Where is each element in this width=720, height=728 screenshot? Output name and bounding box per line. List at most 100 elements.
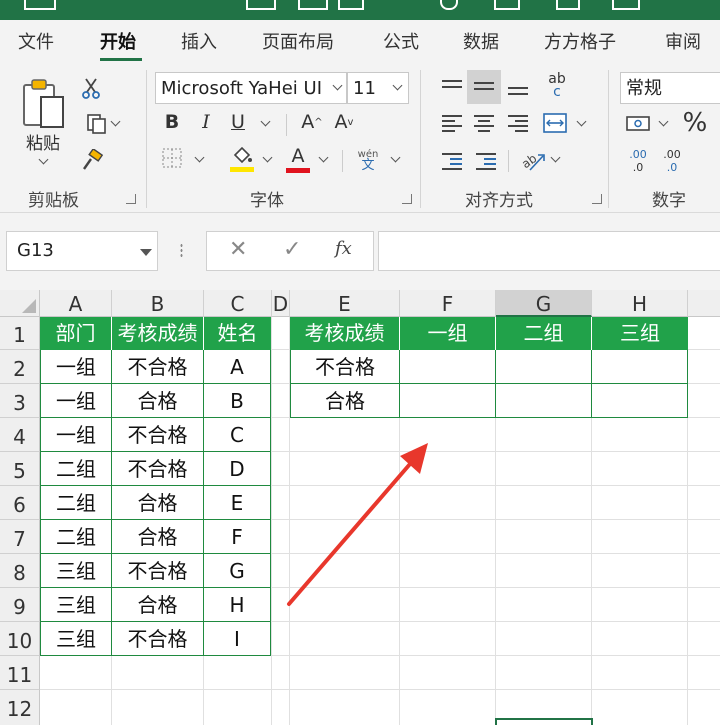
formula-input[interactable] (378, 231, 720, 271)
italic-button[interactable]: I (194, 110, 218, 134)
increase-indent-icon (476, 153, 496, 170)
chevron-down-icon[interactable] (262, 152, 273, 163)
enter-icon[interactable]: ✓ (283, 237, 301, 262)
align-middle-icon (474, 79, 494, 95)
increase-decimal-button[interactable]: .00 .0 (622, 144, 654, 178)
group-divider (146, 70, 147, 208)
borders-button[interactable] (160, 146, 184, 170)
red-arrow-annotation (287, 443, 428, 606)
chevron-down-icon[interactable] (576, 116, 587, 127)
chevron-down-icon[interactable] (260, 116, 271, 127)
number-format-select[interactable]: 常规 (620, 72, 720, 104)
bold-button[interactable]: B (160, 110, 184, 134)
number-format-value: 常规 (626, 78, 662, 99)
tab-home[interactable]: 开始 (100, 28, 136, 54)
number-group-label: 数字 (652, 191, 686, 211)
align-bottom-button[interactable] (502, 72, 534, 102)
active-tab-indicator (100, 58, 142, 61)
wrap-text-bottom: c (553, 84, 561, 100)
font-name-select[interactable]: Microsoft YaHei UI (155, 72, 347, 104)
scissors-icon (82, 78, 100, 99)
ribbon: 粘贴 剪贴板 Microsoft YaHei UI 11 B I U A ^ A… (0, 62, 720, 213)
cancel-icon[interactable]: ✕ (229, 237, 247, 262)
align-left-button[interactable] (436, 108, 468, 138)
chevron-down-icon[interactable] (318, 152, 329, 163)
orientation-button[interactable]: ab (518, 146, 548, 176)
decrease-decimal-digits: .0 (666, 161, 678, 174)
fill-color-button[interactable] (228, 144, 256, 174)
divider (286, 114, 287, 136)
paint-bucket-icon (233, 146, 252, 163)
font-size-value: 11 (353, 78, 376, 99)
paste-button[interactable]: 粘贴 (18, 74, 68, 165)
align-middle-button[interactable] (467, 70, 501, 104)
ribbon-tabs: 文件 开始 插入 页面布局 公式 数据 方方格子 审阅 (0, 20, 720, 62)
copy-button[interactable] (78, 112, 122, 136)
decrease-decimal-button[interactable]: .00 .0 (656, 144, 688, 178)
tab-insert[interactable]: 插入 (181, 28, 217, 54)
align-left-icon (442, 115, 462, 132)
phonetic-bottom: 文 (361, 158, 375, 173)
arrow-shaft (287, 462, 412, 606)
title-bar (0, 0, 720, 20)
increase-decimal-digits: .0 (632, 161, 644, 174)
grow-font-letter: A (301, 111, 315, 133)
wrap-text-button[interactable]: ab c (540, 70, 574, 102)
quick-access-icon[interactable] (338, 0, 364, 10)
accounting-format-button[interactable] (622, 108, 656, 138)
tab-formulas[interactable]: 公式 (383, 28, 419, 54)
border-grid-icon (162, 148, 182, 168)
percent-style-button[interactable]: % (680, 106, 710, 140)
chevron-down-icon[interactable] (194, 152, 205, 163)
tab-page-layout[interactable]: 页面布局 (262, 28, 334, 54)
quick-access-icon[interactable] (494, 0, 520, 10)
merge-center-button[interactable] (540, 108, 570, 138)
format-painter-button[interactable] (80, 148, 104, 172)
align-top-icon (442, 79, 462, 95)
align-right-button[interactable] (502, 108, 534, 138)
increase-decimal-icon: .00 (629, 148, 647, 161)
tab-data[interactable]: 数据 (463, 28, 499, 54)
insert-function-button[interactable]: fx (335, 238, 352, 259)
align-right-icon (508, 115, 528, 132)
quick-access-icon[interactable] (556, 0, 580, 10)
name-box-dropdown-icon[interactable] (140, 249, 152, 256)
phonetic-guide-button[interactable]: wén 文 (354, 146, 382, 174)
paintbrush-icon (83, 149, 103, 170)
tab-review[interactable]: 审阅 (665, 28, 701, 54)
quick-access-icon[interactable] (298, 0, 328, 10)
text-orientation-icon: ab (520, 151, 545, 171)
name-box[interactable]: G13 (6, 231, 158, 271)
quick-access-icon[interactable] (246, 0, 276, 10)
clipboard-group-label: 剪贴板 (28, 191, 79, 211)
font-color-button[interactable]: A (284, 144, 312, 174)
save-icon[interactable] (24, 0, 56, 10)
chevron-down-icon[interactable] (550, 152, 561, 163)
decrease-font-size-button[interactable]: Av (332, 110, 356, 134)
chevron-down-icon[interactable] (390, 152, 401, 163)
font-color-letter: A (291, 144, 305, 167)
dialog-launcher-icon[interactable] (126, 194, 136, 204)
tab-fangfang-gezi[interactable]: 方方格子 (544, 28, 616, 54)
divider (508, 150, 509, 172)
currency-icon (626, 116, 650, 131)
spreadsheet-grid[interactable]: A B C D E F G H 1 2 3 4 5 6 7 8 9 10 11 … (0, 290, 720, 725)
dialog-launcher-icon[interactable] (592, 194, 602, 204)
quick-access-icon[interactable] (440, 0, 458, 10)
tab-file[interactable]: 文件 (18, 28, 54, 54)
chevron-down-icon[interactable] (658, 116, 669, 127)
dialog-launcher-icon[interactable] (402, 194, 412, 204)
name-box-value: G13 (17, 240, 54, 261)
font-group-label: 字体 (250, 191, 284, 211)
divider (342, 150, 343, 172)
quick-access-icon[interactable] (612, 0, 640, 10)
underline-button[interactable]: U (226, 110, 250, 134)
align-center-button[interactable] (468, 108, 500, 138)
formula-bar: G13 ✕ ✓ fx (0, 213, 720, 290)
decrease-indent-button[interactable] (436, 146, 468, 176)
splitter-handle[interactable] (180, 243, 183, 259)
increase-indent-button[interactable] (470, 146, 502, 176)
cut-button[interactable] (80, 76, 102, 100)
increase-font-size-button[interactable]: A ^ (300, 110, 324, 134)
align-top-button[interactable] (436, 72, 468, 102)
